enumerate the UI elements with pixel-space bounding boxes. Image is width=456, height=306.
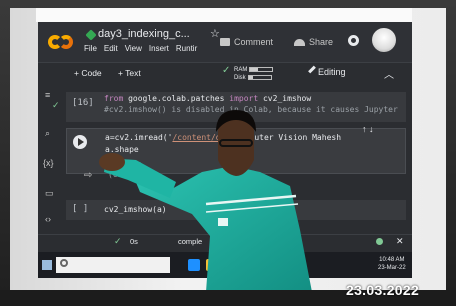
shirt-badge	[218, 218, 228, 226]
presenter-figure	[99, 110, 312, 306]
photo-date-stamp: 23.03.2022	[346, 282, 420, 298]
presenter-hand	[99, 153, 125, 171]
